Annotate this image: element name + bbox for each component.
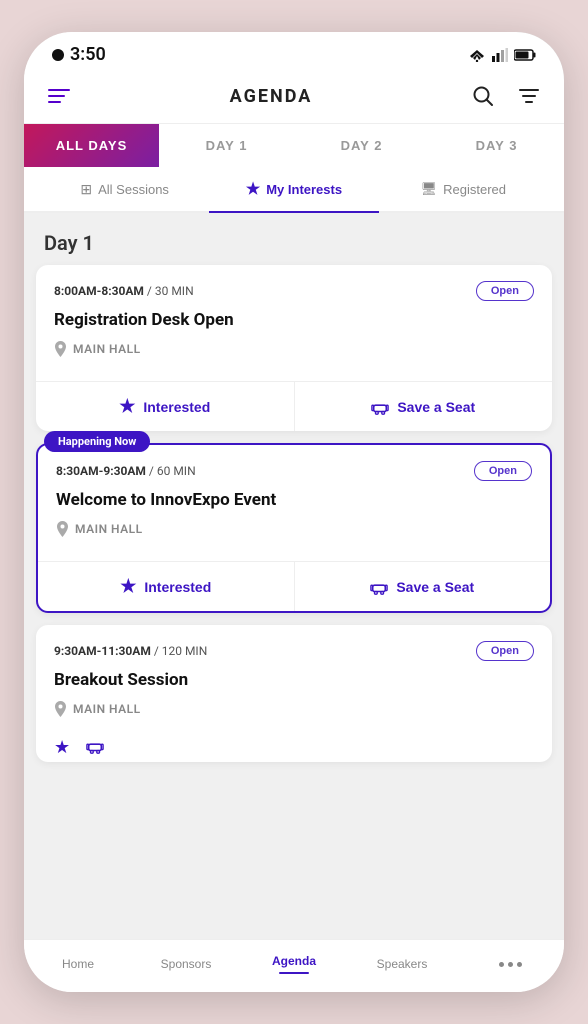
tab-day2[interactable]: DAY 2 <box>294 124 429 167</box>
session-card-2: 8:30AM-9:30AM / 60 MIN Open Welcome to I… <box>36 443 552 613</box>
header-title: AGENDA <box>230 86 313 107</box>
session-meta-3: 9:30AM-11:30AM / 120 MIN Open <box>54 641 534 661</box>
save-seat-button-1[interactable]: Save a Seat <box>294 382 553 431</box>
filter-icon <box>518 85 540 107</box>
bottom-nav: Home Sponsors Agenda Speakers <box>24 939 564 992</box>
search-button[interactable] <box>468 81 498 111</box>
open-badge-2[interactable]: Open <box>474 461 532 481</box>
interested-button-1[interactable]: ★ Interested <box>36 382 294 431</box>
main-content: Day 1 8:00AM-8:30AM / 30 MIN Open Regist… <box>24 213 564 939</box>
header-action-icons <box>468 81 544 111</box>
location-text-1: MAIN HALL <box>73 342 141 356</box>
interests-star-icon: ★ <box>246 179 260 199</box>
camera-dot <box>52 49 64 61</box>
happening-now-badge: Happening Now <box>44 431 150 452</box>
signal-icon <box>492 48 508 62</box>
wifi-icon <box>468 48 486 62</box>
tab-day3[interactable]: DAY 3 <box>429 124 564 167</box>
session-time-2: 8:30AM-9:30AM / 60 MIN <box>56 464 196 478</box>
all-sessions-label: All Sessions <box>98 182 169 197</box>
status-icons <box>468 48 536 62</box>
session-actions-2: ★ Interested Save a Seat <box>38 561 550 611</box>
star-icon-1: ★ <box>119 396 135 417</box>
session-title-3: Breakout Session <box>54 669 534 691</box>
filter-button[interactable] <box>514 81 544 111</box>
nav-sponsors[interactable]: Sponsors <box>132 950 240 978</box>
session-card-body-2: 8:30AM-9:30AM / 60 MIN Open Welcome to I… <box>38 445 550 549</box>
session-card-body-3: 9:30AM-11:30AM / 120 MIN Open Breakout S… <box>36 625 552 729</box>
menu-button[interactable] <box>44 85 74 107</box>
hamburger-icon <box>48 89 70 103</box>
star-icon-2: ★ <box>120 576 136 597</box>
registered-label: Registered <box>443 182 506 197</box>
search-icon <box>472 85 494 107</box>
filter-all-sessions[interactable]: ⊞ All Sessions <box>40 167 209 211</box>
location-icon-1 <box>54 341 67 357</box>
more-dots-icon <box>499 962 522 967</box>
time-display: 3:50 <box>70 44 106 65</box>
session-meta-1: 8:00AM-8:30AM / 30 MIN Open <box>54 281 534 301</box>
session-title-2: Welcome to InnovExpo Event <box>56 489 532 511</box>
tab-all-days[interactable]: ALL DAYS <box>24 124 159 167</box>
my-interests-label: My Interests <box>266 182 342 197</box>
filter-tabs: ⊞ All Sessions ★ My Interests 🖥 Register… <box>24 167 564 213</box>
session-card-body-1: 8:00AM-8:30AM / 30 MIN Open Registration… <box>36 265 552 369</box>
session-actions-1: ★ Interested Save a Seat <box>36 381 552 431</box>
interested-button-2[interactable]: ★ Interested <box>38 562 294 611</box>
session-time-3: 9:30AM-11:30AM / 120 MIN <box>54 644 207 658</box>
location-text-2: MAIN HALL <box>75 522 143 536</box>
status-bar: 3:50 <box>24 32 564 73</box>
open-badge-3[interactable]: Open <box>476 641 534 661</box>
interested-label-2: Interested <box>144 579 211 595</box>
all-sessions-icon: ⊞ <box>80 181 92 198</box>
save-seat-label-1: Save a Seat <box>397 399 475 415</box>
session-location-1: MAIN HALL <box>54 341 534 357</box>
seat-icon-1 <box>371 398 389 416</box>
battery-icon <box>514 49 536 61</box>
session-location-3: MAIN HALL <box>54 701 534 717</box>
day-tabs: ALL DAYS DAY 1 DAY 2 DAY 3 <box>24 124 564 167</box>
registered-icon: 🖥 <box>421 181 438 197</box>
location-icon-2 <box>56 521 69 537</box>
seat-icon-3 <box>86 737 104 755</box>
status-time: 3:50 <box>52 44 106 65</box>
nav-agenda[interactable]: Agenda <box>240 950 348 978</box>
filter-my-interests[interactable]: ★ My Interests <box>209 167 378 211</box>
session-card-1: 8:00AM-8:30AM / 30 MIN Open Registration… <box>36 265 552 431</box>
interested-label-1: Interested <box>143 399 210 415</box>
app-header: AGENDA <box>24 73 564 124</box>
star-icon-3: ★ <box>54 737 70 758</box>
open-badge-1[interactable]: Open <box>476 281 534 301</box>
session-title-1: Registration Desk Open <box>54 309 534 331</box>
session-time-1: 8:00AM-8:30AM / 30 MIN <box>54 284 194 298</box>
location-icon-3 <box>54 701 67 717</box>
location-text-3: MAIN HALL <box>73 702 141 716</box>
session-actions-partial-3: ★ <box>36 729 552 762</box>
day-label: Day 1 <box>24 213 564 265</box>
nav-speakers[interactable]: Speakers <box>348 950 456 978</box>
session-card-3: 9:30AM-11:30AM / 120 MIN Open Breakout S… <box>36 625 552 762</box>
tab-day1[interactable]: DAY 1 <box>159 124 294 167</box>
phone-frame: 3:50 <box>24 32 564 992</box>
filter-registered[interactable]: 🖥 Registered <box>379 167 548 211</box>
session-meta-2: 8:30AM-9:30AM / 60 MIN Open <box>56 461 532 481</box>
seat-icon-2 <box>370 578 388 596</box>
happening-now-wrapper: Happening Now 8:30AM-9:30AM / 60 MIN Ope… <box>24 443 564 613</box>
save-seat-button-2[interactable]: Save a Seat <box>294 562 551 611</box>
phone-content: 3:50 <box>24 32 564 992</box>
nav-more[interactable] <box>456 950 564 978</box>
save-seat-label-2: Save a Seat <box>396 579 474 595</box>
nav-home[interactable]: Home <box>24 950 132 978</box>
session-location-2: MAIN HALL <box>56 521 532 537</box>
